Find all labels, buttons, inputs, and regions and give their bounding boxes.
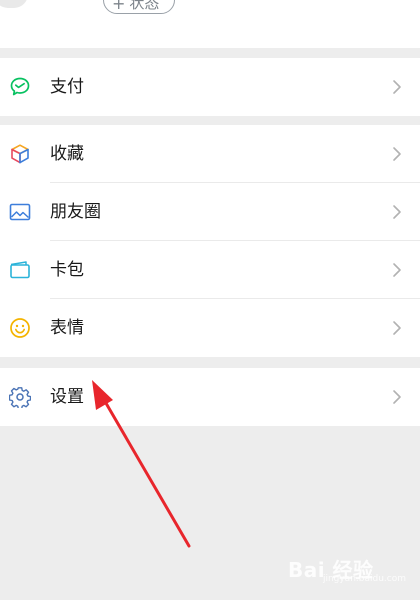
status-button[interactable]: + 状态 — [103, 0, 175, 14]
smiley-icon — [10, 318, 30, 338]
chevron-right-icon — [393, 205, 401, 219]
chevron-right-icon — [393, 321, 401, 335]
menu-item-cards[interactable]: 卡包 — [0, 241, 420, 299]
watermark-url: jingyan.baidu.com — [322, 574, 406, 584]
menu-item-settings[interactable]: 设置 — [0, 368, 420, 426]
plus-icon: + — [112, 0, 126, 13]
chevron-right-icon — [393, 390, 401, 404]
menu-item-label: 设置 — [50, 387, 84, 407]
avatar[interactable] — [0, 0, 28, 8]
settings-section: 设置 — [0, 368, 420, 426]
cube-icon — [11, 144, 29, 164]
menu-item-favorites[interactable]: 收藏 — [0, 125, 420, 183]
menu-item-label: 支付 — [50, 77, 84, 97]
chevron-right-icon — [393, 263, 401, 277]
menu-item-label: 收藏 — [50, 144, 84, 164]
chevron-right-icon — [393, 147, 401, 161]
gear-icon — [9, 387, 31, 408]
picture-icon — [9, 203, 31, 221]
profile-card: + 状态 — [0, 0, 420, 48]
chevron-right-icon — [393, 80, 401, 94]
pay-section: 支付 — [0, 58, 420, 116]
menu-item-pay[interactable]: 支付 — [0, 58, 420, 116]
menu-item-label: 朋友圈 — [50, 202, 101, 222]
status-label: 状态 — [129, 0, 160, 12]
menu-item-stickers[interactable]: 表情 — [0, 299, 420, 357]
menu-item-label: 卡包 — [50, 260, 84, 280]
wallet-icon — [10, 261, 30, 279]
menu-item-moments[interactable]: 朋友圈 — [0, 183, 420, 241]
features-section: 收藏 朋友圈 卡包 表情 — [0, 125, 420, 357]
baidu-watermark: Bai 经验 jingyan.baidu.com — [288, 548, 406, 584]
wechat-pay-icon — [10, 77, 30, 96]
menu-item-label: 表情 — [50, 318, 84, 338]
